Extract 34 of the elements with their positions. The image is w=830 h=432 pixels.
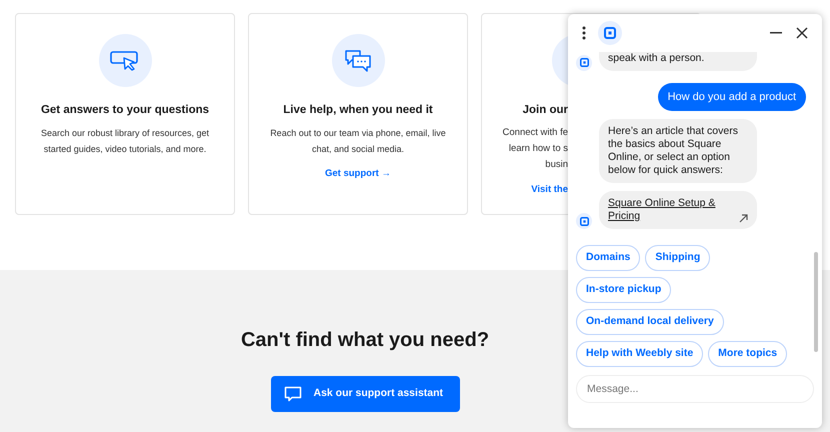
close-icon[interactable]: [796, 26, 808, 39]
quick-reply-chip[interactable]: On-demand local delivery: [576, 309, 724, 335]
card-title: Live help, when you need it: [283, 103, 433, 118]
chat-bubbles-icon: [344, 48, 372, 72]
user-message: How do you add a product: [658, 82, 806, 111]
square-logo-icon: [576, 54, 592, 70]
card-description: Reach out to our team via phone, email, live chat, and social media.: [269, 127, 447, 156]
quick-reply-chip[interactable]: Domains: [576, 245, 640, 271]
message-input[interactable]: Message...: [576, 375, 814, 403]
square-logo-icon: [576, 213, 592, 229]
card-description: Connect with fe: [502, 126, 568, 140]
quick-reply-chip[interactable]: Shipping: [645, 245, 710, 271]
article-link[interactable]: Square Online Setup & Pricing: [608, 197, 739, 223]
get-support-link[interactable]: Get support →: [325, 167, 391, 182]
quick-reply-chip[interactable]: In-store pickup: [576, 277, 672, 303]
screen-cursor-icon: [110, 50, 140, 72]
square-logo-icon: [598, 20, 622, 45]
quick-reply-chip[interactable]: Help with Weebly site: [576, 341, 704, 367]
card-link[interactable]: Visit the: [531, 183, 568, 198]
support-assistant-button[interactable]: Ask our support assistant: [270, 376, 460, 412]
article-link-card[interactable]: Square Online Setup & Pricing: [599, 191, 757, 229]
bot-message: speak with a person.: [599, 52, 757, 70]
more-options-icon[interactable]: [582, 26, 586, 40]
card-title: Join our: [522, 103, 568, 118]
bot-message: Here’s an article that covers the basics about Square Online, or select an option below for quick answers:: [599, 119, 757, 183]
card-title: Get answers to your questions: [40, 103, 210, 118]
chat-bubble-icon: [284, 386, 302, 402]
card-description: learn how to s: [508, 142, 568, 156]
external-link-icon: [739, 214, 748, 223]
quick-reply-chip[interactable]: More topics: [708, 341, 788, 367]
card-description: Search our robust library of resources, get started guides, video tutorials, and more.: [40, 127, 210, 156]
card-description: busin: [545, 158, 568, 172]
banner-heading: Can't find what you need?: [240, 328, 490, 353]
minimize-icon[interactable]: [770, 32, 782, 34]
